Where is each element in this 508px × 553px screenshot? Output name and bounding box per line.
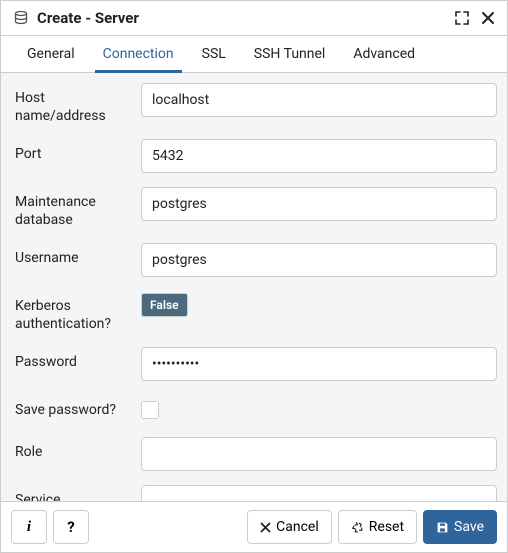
tab-ssh-tunnel[interactable]: SSH Tunnel (240, 36, 340, 72)
toggle-kerberos[interactable]: False (141, 293, 188, 317)
tab-general[interactable]: General (13, 36, 89, 72)
save-icon (436, 521, 449, 534)
label-maintenance-db: Maintenance database (15, 187, 133, 229)
tab-bar: General Connection SSL SSH Tunnel Advanc… (1, 36, 507, 73)
label-port: Port (15, 139, 133, 164)
input-password[interactable] (141, 347, 497, 381)
checkbox-save-password[interactable] (141, 401, 159, 419)
save-label: Save (454, 519, 484, 535)
help-icon: ? (67, 518, 74, 536)
save-button[interactable]: Save (423, 510, 497, 544)
row-host: Host name/address (15, 83, 497, 125)
cancel-label: Cancel (276, 519, 319, 535)
input-role[interactable] (141, 437, 497, 471)
create-server-dialog: Create - Server General Connection SSL S… (0, 0, 508, 553)
info-button[interactable]: i (11, 510, 47, 544)
form-content: Host name/address Port Maintenance datab… (1, 73, 507, 501)
titlebar: Create - Server (1, 1, 507, 36)
tab-advanced[interactable]: Advanced (339, 36, 429, 72)
close-icon (260, 522, 271, 533)
help-button[interactable]: ? (53, 510, 89, 544)
input-username[interactable] (141, 243, 497, 277)
input-host[interactable] (141, 83, 497, 117)
reset-button[interactable]: Reset (338, 510, 417, 544)
label-kerberos: Kerberos authentication? (15, 291, 133, 333)
row-username: Username (15, 243, 497, 277)
cancel-button[interactable]: Cancel (247, 510, 332, 544)
input-maintenance-db[interactable] (141, 187, 497, 221)
tab-ssl[interactable]: SSL (188, 36, 240, 72)
dialog-title: Create - Server (37, 9, 447, 27)
footer: i ? Cancel Reset (1, 501, 507, 552)
maximize-icon[interactable] (455, 11, 469, 25)
row-role: Role (15, 437, 497, 471)
label-role: Role (15, 437, 133, 462)
row-save-password: Save password? (15, 395, 497, 423)
label-host: Host name/address (15, 83, 133, 125)
row-kerberos: Kerberos authentication? False (15, 291, 497, 333)
label-save-password: Save password? (15, 395, 133, 420)
row-password: Password (15, 347, 497, 381)
database-icon (13, 10, 29, 26)
label-username: Username (15, 243, 133, 268)
reset-label: Reset (369, 519, 404, 535)
row-port: Port (15, 139, 497, 173)
label-password: Password (15, 347, 133, 372)
label-service: Service (15, 485, 133, 501)
info-icon: i (27, 519, 31, 536)
row-service: Service (15, 485, 497, 501)
close-icon[interactable] (481, 11, 495, 25)
window-controls (455, 11, 495, 25)
input-port[interactable] (141, 139, 497, 173)
input-service[interactable] (141, 485, 497, 501)
row-maintenance-db: Maintenance database (15, 187, 497, 229)
tab-connection[interactable]: Connection (89, 36, 188, 72)
recycle-icon (351, 521, 364, 534)
